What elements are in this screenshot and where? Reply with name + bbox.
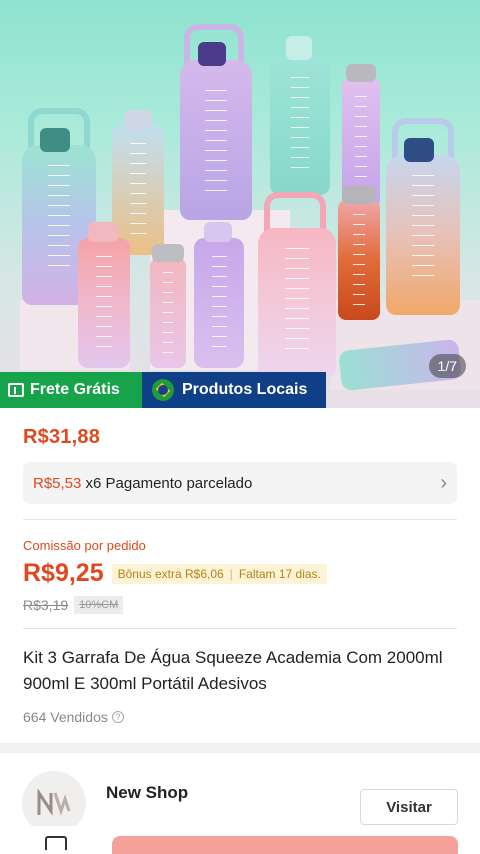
commission-value: R$9,25 — [23, 559, 104, 587]
old-commission-value: R$3,19 — [23, 597, 69, 613]
bottom-action-bar — [0, 826, 480, 854]
chevron-right-icon: › — [440, 471, 447, 494]
bottle-cap — [286, 36, 312, 60]
badge-row: Frete Grátis Produtos Locais — [0, 372, 326, 408]
water-bottle — [386, 155, 460, 315]
image-counter: 1/7 — [428, 354, 466, 378]
bottle-handle — [264, 192, 326, 232]
water-bottle — [150, 258, 186, 368]
price-section: R$31,88 R$5,53 x6 Pagamento parcelado › — [0, 408, 480, 504]
bonus-badge: Bônus extra R$6,06 | Faltam 17 dias. — [111, 563, 327, 584]
sold-count: 664 Vendidos — [23, 709, 108, 725]
bottle-cap — [404, 138, 434, 162]
shipping-icon — [8, 383, 24, 397]
bonus-separator: | — [229, 566, 233, 581]
local-products-badge: Produtos Locais — [142, 372, 326, 408]
water-bottle — [338, 200, 380, 320]
commission-label: Comissão por pedido — [23, 538, 146, 553]
bottle-cap — [40, 128, 70, 152]
primary-action-button[interactable] — [112, 836, 458, 854]
local-products-label: Produtos Locais — [182, 381, 308, 398]
bonus-remaining: Faltam 17 dias. — [238, 566, 321, 581]
installment-description: x6 Pagamento parcelado — [85, 474, 253, 492]
bottle-cap — [198, 42, 226, 66]
product-image-gallery[interactable]: 1/7 Frete Grátis Produtos Locais — [0, 0, 480, 408]
bonus-text: Bônus extra R$6,06 — [117, 566, 224, 581]
bottle-cap — [342, 186, 376, 204]
bottle-cap — [346, 64, 376, 82]
product-price: R$31,88 — [23, 426, 101, 448]
visit-shop-button[interactable]: Visitar — [360, 789, 458, 825]
old-commission-row: R$3,19 10%CM — [23, 596, 457, 614]
commission-section: Comissão por pedido R$9,25 Bônus extra R… — [0, 520, 480, 614]
section-gap — [0, 743, 480, 753]
installment-amount: R$5,53 — [33, 474, 82, 492]
bottle-cap — [152, 244, 184, 262]
water-bottle — [270, 55, 330, 195]
shop-name[interactable]: New Shop — [106, 783, 188, 803]
water-bottle — [194, 238, 244, 368]
installment-text: R$5,53 x6 Pagamento parcelado — [33, 475, 252, 492]
shop-logo-icon — [37, 789, 71, 816]
bottle-cap — [124, 110, 152, 130]
store-icon[interactable] — [45, 836, 67, 850]
commission-row: R$9,25 Bônus extra R$6,06 | Faltam 17 di… — [23, 559, 457, 588]
info-icon[interactable]: ? — [111, 711, 124, 723]
installment-row[interactable]: R$5,53 x6 Pagamento parcelado › — [23, 462, 457, 504]
sold-count-row: 664 Vendidos ? — [0, 697, 480, 725]
bottle-cap — [88, 222, 118, 242]
brazil-flag-icon — [152, 379, 174, 401]
water-bottle — [78, 238, 130, 368]
water-bottle — [258, 228, 336, 378]
water-bottle — [180, 60, 252, 220]
bottle-cap — [204, 222, 232, 242]
old-commission-rate: 10%CM — [74, 596, 124, 614]
water-bottle — [112, 125, 164, 255]
product-title: Kit 3 Garrafa De Água Squeeze Academia C… — [23, 648, 443, 693]
free-shipping-badge: Frete Grátis — [0, 372, 142, 408]
free-shipping-label: Frete Grátis — [30, 381, 120, 398]
